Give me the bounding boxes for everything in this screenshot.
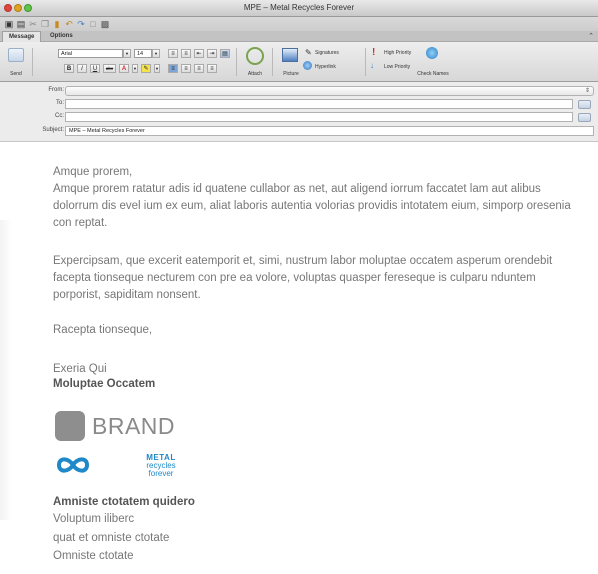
low-priority-button[interactable]: Low Priority [384,64,410,70]
subject-label: Subject: [42,127,64,133]
ribbon-separator [272,48,273,76]
paste-icon[interactable]: ▮ [52,19,62,29]
redo-icon[interactable]: ↷ [76,19,86,29]
outdent-icon[interactable]: ⇤ [194,49,204,58]
cut-icon[interactable]: ✂ [28,19,38,29]
signature-company: Amniste ctotatem quidero [53,496,195,508]
ribbon-separator [365,48,366,76]
send-receive-icon[interactable]: ▩ [100,19,110,29]
greeting: Amque prorem, [53,166,133,178]
ribbon-tabs: Message Options ⌃ [0,31,598,42]
save-icon[interactable]: ▣ [4,19,14,29]
brand-logo-square [55,411,85,441]
highlight-dropdown-icon[interactable]: ▼ [154,64,160,73]
hyperlink-button[interactable]: Hyperlink [315,64,336,70]
paperclip-icon[interactable] [246,47,264,65]
underline-button[interactable]: U [90,64,100,73]
indent-icon[interactable]: ⇥ [207,49,217,58]
address-book-icon[interactable]: □ [88,19,98,29]
align-left-icon[interactable]: ≡ [168,64,178,73]
tab-options[interactable]: Options [44,31,79,42]
title-bar: MPE – Metal Recycles Forever [0,0,598,17]
font-name-select[interactable]: Arial [58,49,123,58]
body-paragraph-2: Expercipsam, que excerit eatemporit et, … [53,255,553,301]
bullets-icon[interactable]: ≡ [168,49,178,58]
to-address-book-icon[interactable] [578,100,591,109]
numbering-icon[interactable]: ≡ [181,49,191,58]
infinity-loop-icon [56,457,90,473]
style-icon[interactable]: ▤ [220,49,230,58]
window-title: MPE – Metal Recycles Forever [243,3,355,12]
cc-row: Cc: [0,112,598,123]
signature-title: Moluptae Occatem [53,378,156,390]
low-priority-icon[interactable]: ↓ [370,61,374,70]
align-right-icon[interactable]: ≡ [194,64,204,73]
attach-button[interactable]: Attach [240,71,270,77]
cc-field[interactable] [65,112,573,122]
message-headers: From: ⇕ To: Cc: Subject: MPE – Metal Rec… [0,82,598,142]
from-field[interactable]: ⇕ [65,86,594,96]
strikethrough-button[interactable]: abc [103,64,116,73]
italic-button[interactable]: I [77,64,87,73]
from-label: From: [48,87,64,93]
brand-logo-text: BRAND [92,413,176,439]
signature-icon[interactable]: ✎ [305,48,312,57]
compose-window: MPE – Metal Recycles Forever ▣ ▤ ✂ ❐ ▮ ↶… [0,0,598,574]
send-button[interactable]: Send [4,71,28,77]
ribbon-separator [32,48,33,76]
copy-icon[interactable]: ❐ [40,19,50,29]
collapse-ribbon-icon[interactable]: ⌃ [588,31,594,42]
to-label: To: [55,100,64,106]
subject-row: Subject: MPE – Metal Recycles Forever [0,126,598,137]
high-priority-button[interactable]: High Priority [384,50,411,56]
font-size-dropdown-icon[interactable]: ▼ [152,49,160,58]
cc-label: Cc: [55,113,64,119]
font-size-select[interactable]: 14 [134,49,152,58]
hyperlink-icon[interactable] [303,61,312,70]
align-center-icon[interactable]: ≡ [181,64,191,73]
signature-name: Exeria Qui [53,363,107,375]
tab-message[interactable]: Message [2,31,42,42]
left-shadow [0,220,12,520]
body-paragraph-1: Amque prorem ratatur adis id quatene cul… [53,183,571,229]
signature-line-2: quat et omniste ctotate [53,532,170,544]
signature-line-1: Voluptum iliberc [53,513,135,525]
undo-icon[interactable]: ↶ [64,19,74,29]
justify-icon[interactable]: ≡ [207,64,217,73]
closing: Racepta tionseque, [53,324,153,336]
check-names-button[interactable]: Check Names [410,71,456,77]
to-field[interactable] [65,99,573,109]
signatures-button[interactable]: Signatures [315,50,339,56]
high-priority-icon[interactable]: ! [372,47,375,58]
from-dropdown-icon: ⇕ [584,88,590,94]
subject-field[interactable]: MPE – Metal Recycles Forever [65,126,594,136]
to-row: To: [0,99,598,110]
from-row: From: ⇕ [0,86,598,97]
logo-text-forever: forever [148,469,174,478]
font-color-dropdown-icon[interactable]: ▼ [132,64,138,73]
font-name-dropdown-icon[interactable]: ▼ [123,49,131,58]
ribbon: Send Arial ▼ 14 ▼ ≡ ≡ ⇤ ⇥ ▤ B I U abc A … [0,42,598,82]
metal-recycles-forever-logo: METAL recycles forever [53,452,176,482]
picture-icon[interactable] [282,48,298,62]
signature-line-3: Omniste ctotate [53,550,134,562]
font-color-icon[interactable]: A [119,64,129,73]
picture-button[interactable]: Picture [276,71,306,77]
highlight-icon[interactable]: ✎ [141,64,151,73]
cc-address-book-icon[interactable] [578,113,591,122]
quick-access-toolbar: ▣ ▤ ✂ ❐ ▮ ↶ ↷ □ ▩ [0,17,598,31]
send-icon[interactable] [8,48,24,62]
print-icon[interactable]: ▤ [16,19,26,29]
bold-button[interactable]: B [64,64,74,73]
ribbon-separator [236,48,237,76]
check-names-icon[interactable] [426,47,438,59]
